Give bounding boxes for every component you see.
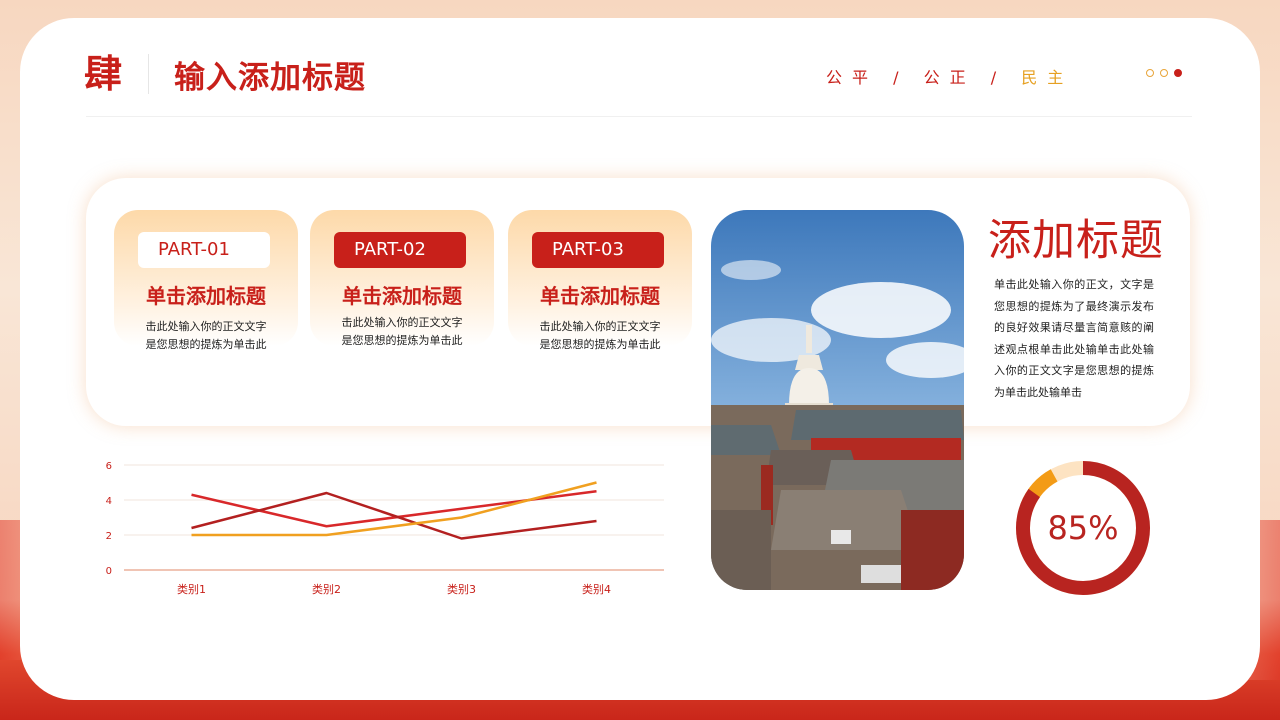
part-card-1[interactable]: PART-01 单击添加标题 击此处输入你的正文文字 是您思想的提炼为单击此	[114, 210, 298, 351]
part-text-line: 是您思想的提炼为单击此	[145, 338, 267, 351]
part-text-line: 是您思想的提炼为单击此	[539, 338, 661, 351]
part-tag: PART-03	[532, 232, 664, 268]
motto-word-3: 民主	[1021, 68, 1074, 87]
chart-x-tick-label: 类别4	[582, 582, 611, 596]
chart-x-tick-label: 类别2	[312, 582, 341, 596]
chart-y-ticks: 0 2 4 6	[106, 461, 112, 577]
chart-y-tick-label: 4	[106, 496, 112, 507]
motto-word-1: 公平	[826, 68, 879, 87]
part-title[interactable]: 单击添加标题	[508, 280, 692, 309]
side-body-text[interactable]: 单击此处输入你的正文，文字是您思想的提炼为了最终演示发布的良好效果请尽量言简意赅…	[994, 274, 1154, 403]
motto-sep-2: /	[990, 68, 1007, 87]
chart-series-line-1	[191, 490, 597, 528]
page-title[interactable]: 输入添加标题	[174, 52, 366, 97]
donut-value-label: 85%	[1047, 509, 1119, 547]
chart-x-ticks: 类别1 类别2 类别3 类别4	[177, 582, 611, 596]
chart-y-tick-label: 2	[106, 531, 112, 542]
page-dot-active	[1174, 69, 1182, 77]
chart-y-tick-label: 6	[106, 461, 112, 472]
chart-y-tick-label: 0	[106, 566, 112, 577]
photo-white-pagoda[interactable]	[711, 210, 964, 590]
part-text[interactable]: 击此处输入你的正文文字 是您思想的提炼为单击此	[114, 318, 298, 354]
page-dot	[1160, 69, 1168, 77]
motto-word-2: 公正	[923, 68, 976, 87]
part-title[interactable]: 单击添加标题	[310, 280, 494, 309]
part-text-line: 击此处输入你的正文文字	[539, 320, 661, 333]
chart-series	[191, 481, 597, 540]
header-divider	[148, 54, 149, 94]
header-separator	[86, 116, 1192, 117]
side-title[interactable]: 添加标题	[988, 206, 1164, 268]
part-title[interactable]: 单击添加标题	[114, 280, 298, 309]
part-tag: PART-01	[138, 232, 270, 268]
chart-x-tick-label: 类别3	[447, 582, 476, 596]
part-text-line: 是您思想的提炼为单击此	[341, 334, 463, 347]
logo-emblem: 肆	[83, 51, 122, 96]
part-tag: PART-02	[334, 232, 466, 268]
part-text-line: 击此处输入你的正文文字	[145, 320, 267, 333]
motto: 公平 / 公正 / 民主	[826, 64, 1073, 88]
motto-sep-1: /	[893, 68, 909, 87]
part-card-2[interactable]: PART-02 单击添加标题 击此处输入你的正文文字 是您思想的提炼为单击此	[310, 210, 494, 347]
part-text[interactable]: 击此处输入你的正文文字 是您思想的提炼为单击此	[508, 318, 692, 354]
line-chart: 0 2 4 6 类别1 类别2 类别3 类别4	[106, 461, 664, 596]
photo-illustration	[711, 210, 964, 590]
part-text[interactable]: 击此处输入你的正文文字 是您思想的提炼为单击此	[310, 314, 494, 350]
part-card-3[interactable]: PART-03 单击添加标题 击此处输入你的正文文字 是您思想的提炼为单击此	[508, 210, 692, 351]
chart-x-tick-label: 类别1	[177, 582, 206, 596]
part-text-line: 击此处输入你的正文文字	[341, 316, 463, 329]
page-dot	[1146, 69, 1154, 77]
page-indicator-dots	[1146, 69, 1182, 77]
